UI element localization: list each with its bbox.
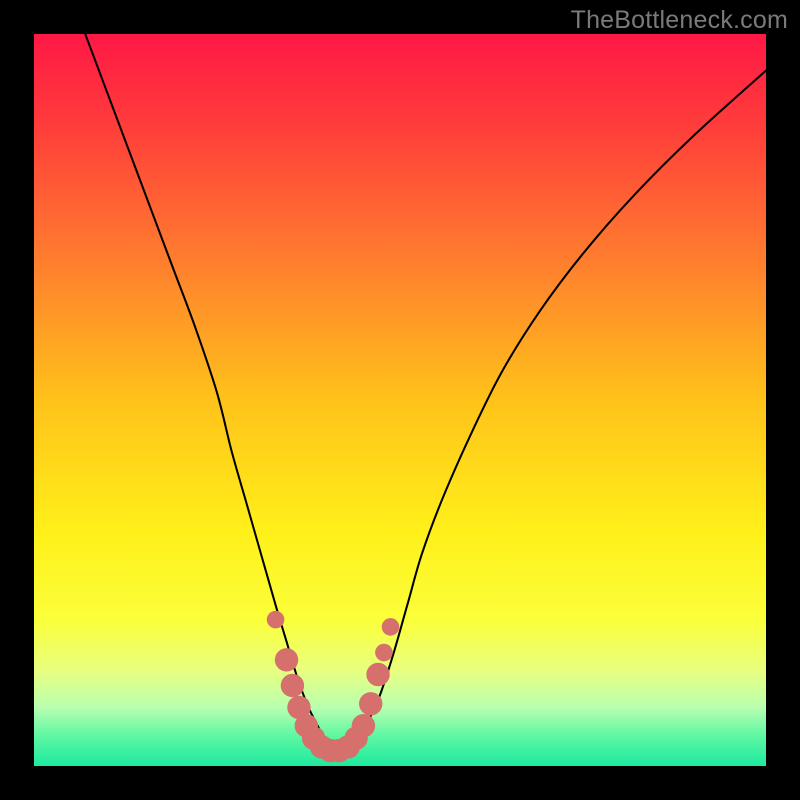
highlight-dot <box>366 663 389 686</box>
chart-frame: TheBottleneck.com <box>0 0 800 800</box>
watermark-text: TheBottleneck.com <box>571 6 788 35</box>
highlight-dot <box>352 714 375 737</box>
highlight-dot <box>375 644 393 662</box>
highlight-dot <box>267 611 285 629</box>
highlight-dot <box>359 692 382 715</box>
plot-area <box>34 34 766 766</box>
highlight-dot <box>275 648 298 671</box>
highlight-dot <box>281 674 304 697</box>
highlight-dots <box>267 611 399 763</box>
bottleneck-curve <box>85 34 766 752</box>
highlight-dot <box>382 618 400 636</box>
curve-layer <box>34 34 766 766</box>
